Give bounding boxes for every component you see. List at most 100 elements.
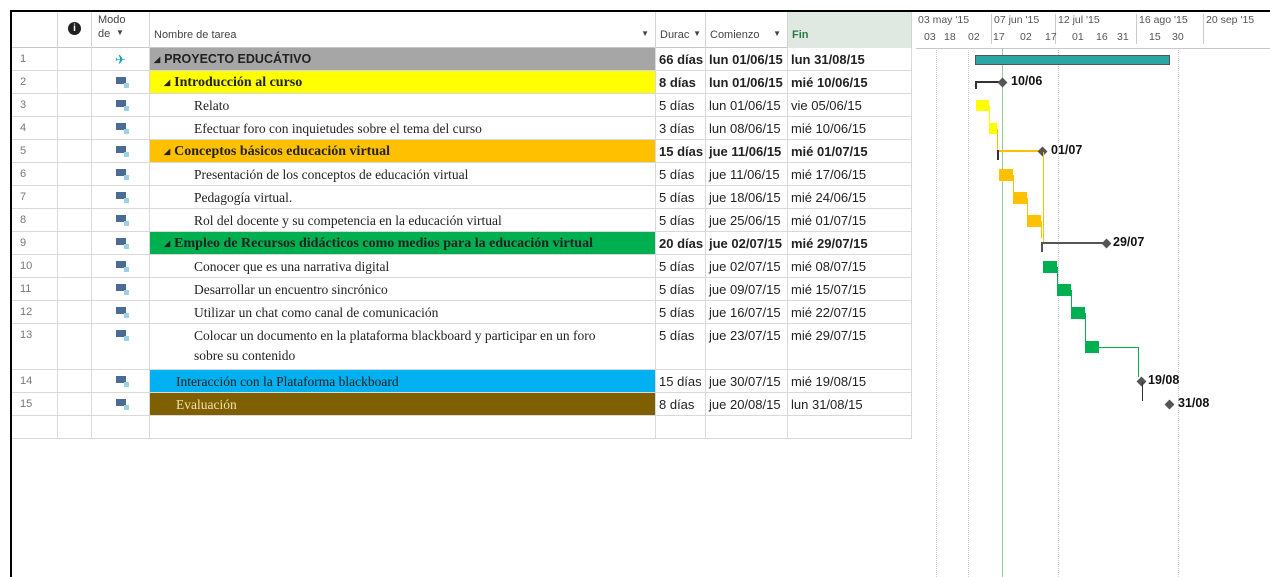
start-cell[interactable]: lun 08/06/15 <box>706 117 788 139</box>
table-row[interactable]: 7 Pedagogía virtual. 5 días jue 18/06/15 mié… <box>12 186 912 209</box>
collapse-triangle-icon[interactable]: ◢ <box>164 147 170 156</box>
table-row[interactable]: 10 Conocer que es una narrativa digital 5 … <box>12 255 912 278</box>
table-row[interactable]: 8 Rol del docente y su competencia en la … <box>12 209 912 232</box>
table-row[interactable]: 4 Efectuar foro con inquietudes sobre el … <box>12 117 912 140</box>
row-number[interactable]: 15 <box>12 393 58 415</box>
duration-cell[interactable]: 8 días <box>656 71 706 93</box>
row-number[interactable]: 14 <box>12 370 58 392</box>
row-number[interactable]: 1 <box>12 48 58 70</box>
task-mode-cell[interactable] <box>92 278 150 300</box>
start-cell[interactable]: jue 30/07/15 <box>706 370 788 392</box>
collapse-triangle-icon[interactable]: ◢ <box>164 239 170 248</box>
task-name-cell[interactable]: ◢ Conceptos básicos educación virtual <box>150 140 656 162</box>
task-bar[interactable] <box>1071 306 1085 319</box>
task-mode-cell[interactable] <box>92 186 150 208</box>
start-cell[interactable]: jue 20/08/15 <box>706 393 788 415</box>
start-cell[interactable]: jue 02/07/15 <box>706 232 788 254</box>
start-cell[interactable]: jue 02/07/15 <box>706 255 788 277</box>
row-number[interactable]: 12 <box>12 301 58 323</box>
task-mode-cell[interactable] <box>92 370 150 392</box>
duration-cell[interactable]: 8 días <box>656 393 706 415</box>
row-number[interactable]: 5 <box>12 140 58 162</box>
finish-cell[interactable]: mié 10/06/15 <box>788 117 912 139</box>
task-name-cell[interactable]: Utilizar un chat como canal de comunicac… <box>150 301 656 323</box>
duration-cell[interactable]: 66 días <box>656 48 706 70</box>
table-row[interactable]: 12 Utilizar un chat como canal de comunic… <box>12 301 912 324</box>
duration-cell[interactable]: 5 días <box>656 324 706 369</box>
start-cell[interactable]: jue 23/07/15 <box>706 324 788 369</box>
indicators-header[interactable]: i <box>58 12 92 48</box>
task-bar[interactable] <box>976 99 989 111</box>
row-number[interactable]: 13 <box>12 324 58 369</box>
duration-cell[interactable]: 15 días <box>656 370 706 392</box>
task-name-cell[interactable]: ◢ Introducción al curso <box>150 71 656 93</box>
finish-cell[interactable]: mié 22/07/15 <box>788 301 912 323</box>
task-name-cell[interactable]: Presentación de los conceptos de educaci… <box>150 163 656 185</box>
finish-cell[interactable]: mié 24/06/15 <box>788 186 912 208</box>
start-cell[interactable]: jue 16/07/15 <box>706 301 788 323</box>
row-number[interactable]: 8 <box>12 209 58 231</box>
finish-cell[interactable]: mié 10/06/15 <box>788 71 912 93</box>
task-mode-cell[interactable] <box>92 255 150 277</box>
table-row[interactable]: 15 Evaluación 8 días jue 20/08/15 lun 31/08/… <box>12 393 912 416</box>
row-number[interactable]: 3 <box>12 94 58 116</box>
filter-arrow-icon[interactable]: ▼ <box>693 29 701 38</box>
row-number[interactable]: 11 <box>12 278 58 300</box>
task-mode-cell[interactable] <box>92 140 150 162</box>
collapse-triangle-icon[interactable]: ◢ <box>154 55 160 64</box>
finish-cell[interactable]: mié 17/06/15 <box>788 163 912 185</box>
task-mode-cell[interactable]: ✈ <box>92 48 150 70</box>
task-name-cell[interactable]: Efectuar foro con inquietudes sobre el t… <box>150 117 656 139</box>
row-number[interactable]: 7 <box>12 186 58 208</box>
task-name-cell[interactable]: Interacción con la Plataforma blackboard <box>150 370 656 392</box>
task-name-cell[interactable]: ◢ Empleo de Recursos didácticos como medi… <box>150 232 656 254</box>
duration-cell[interactable]: 5 días <box>656 186 706 208</box>
table-row[interactable]: 11 Desarrollar un encuentro sincrónico 5 d… <box>12 278 912 301</box>
start-cell[interactable]: jue 25/06/15 <box>706 209 788 231</box>
duration-cell[interactable]: 15 días <box>656 140 706 162</box>
finish-cell[interactable]: mié 29/07/15 <box>788 232 912 254</box>
task-mode-cell[interactable] <box>92 117 150 139</box>
filter-arrow-icon[interactable]: ▼ <box>116 28 124 37</box>
task-bar[interactable] <box>1027 214 1041 227</box>
duration-cell[interactable]: 5 días <box>656 301 706 323</box>
finish-cell[interactable]: mié 29/07/15 <box>788 324 912 369</box>
finish-cell[interactable]: mié 15/07/15 <box>788 278 912 300</box>
row-number[interactable]: 4 <box>12 117 58 139</box>
task-bar[interactable] <box>989 122 997 134</box>
duration-cell[interactable]: 5 días <box>656 94 706 116</box>
task-name-cell[interactable]: Desarrollar un encuentro sincrónico <box>150 278 656 300</box>
task-mode-cell[interactable] <box>92 209 150 231</box>
duration-cell[interactable]: 3 días <box>656 117 706 139</box>
task-name-cell[interactable]: Relato <box>150 94 656 116</box>
start-cell[interactable]: lun 01/06/15 <box>706 48 788 70</box>
table-row[interactable]: 5 ◢ Conceptos básicos educación virtual 15 … <box>12 140 912 163</box>
task-name-cell[interactable]: Rol del docente y su competencia en la e… <box>150 209 656 231</box>
task-name-cell[interactable]: ◢ PROYECTO EDUCÁTIVO <box>150 48 656 70</box>
empty-row[interactable] <box>12 416 912 439</box>
table-row[interactable]: 14 Interacción con la Plataforma blackboa… <box>12 370 912 393</box>
table-row[interactable]: 9 ◢ Empleo de Recursos didácticos como med… <box>12 232 912 255</box>
duration-cell[interactable]: 20 días <box>656 232 706 254</box>
table-row[interactable]: 3 Relato 5 días lun 01/06/15 vie 05/06/15 <box>12 94 912 117</box>
table-row[interactable]: 13 Colocar un documento en la plataforma … <box>12 324 912 370</box>
task-mode-cell[interactable] <box>92 301 150 323</box>
start-cell[interactable]: jue 09/07/15 <box>706 278 788 300</box>
start-cell[interactable]: lun 01/06/15 <box>706 94 788 116</box>
summary-bar-conceptos[interactable] <box>997 149 1041 152</box>
project-summary-bar[interactable] <box>975 54 1170 65</box>
task-mode-cell[interactable] <box>92 324 150 369</box>
duration-cell[interactable]: 5 días <box>656 255 706 277</box>
finish-cell[interactable]: mié 01/07/15 <box>788 209 912 231</box>
filter-arrow-icon[interactable]: ▼ <box>773 29 781 38</box>
start-cell[interactable]: jue 18/06/15 <box>706 186 788 208</box>
task-bar[interactable] <box>1057 283 1071 296</box>
table-row[interactable]: 2 ◢ Introducción al curso 8 días lun 01/06/1… <box>12 71 912 94</box>
duration-cell[interactable]: 5 días <box>656 163 706 185</box>
task-name-cell[interactable]: Colocar un documento en la plataforma bl… <box>150 324 656 369</box>
finish-cell[interactable]: lun 31/08/15 <box>788 48 912 70</box>
start-cell[interactable]: jue 11/06/15 <box>706 140 788 162</box>
task-mode-cell[interactable] <box>92 94 150 116</box>
finish-header[interactable]: Fin <box>788 12 912 48</box>
row-number[interactable]: 10 <box>12 255 58 277</box>
